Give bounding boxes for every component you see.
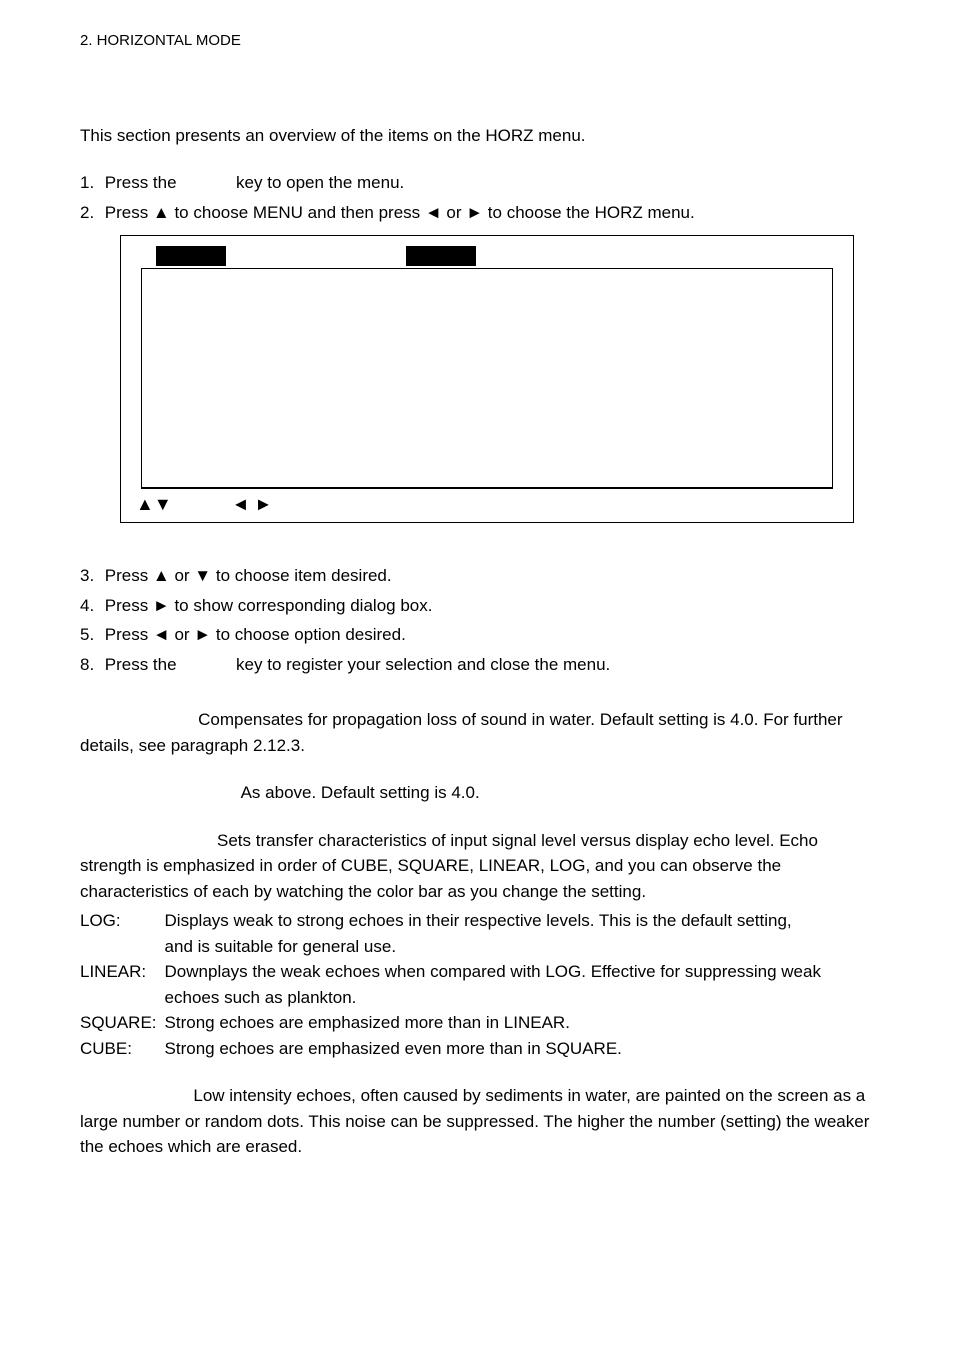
res-linear-row: LINEAR: Downplays the weak echoes when c… [80, 959, 874, 1010]
menu-tab-row [131, 246, 843, 266]
res-cube-row: CUBE: Strong echoes are emphasized even … [80, 1036, 874, 1062]
noise-limit-definition: Low intensity echoes, often caused by se… [80, 1083, 874, 1160]
res-color-options: LOG: Displays weak to strong echoes in t… [80, 908, 874, 1061]
intro-text: This section presents an overview of the… [80, 123, 874, 149]
tvg-far-definition: As above. Default setting is 4.0. [80, 780, 874, 806]
tvg-far-text: As above. Default setting is 4.0. [241, 783, 480, 802]
tvg-far-indent [80, 783, 241, 802]
page-header: 2. HORIZONTAL MODE [80, 30, 874, 53]
res-log-val: Displays weak to strong echoes in their … [165, 908, 874, 959]
menu-arrow-legend: ▲▼ ◄ ► [131, 489, 843, 518]
up-down-arrows-icon: ▲▼ [136, 491, 172, 518]
res-linear-term: LINEAR: [80, 959, 165, 1010]
step-text-suffix: key to open the menu. [236, 173, 404, 192]
tvg-near-definition: Compensates for propagation loss of soun… [80, 707, 874, 758]
step-number: 8. [80, 652, 100, 678]
res-square-row: SQUARE: Strong echoes are emphasized mor… [80, 1010, 874, 1036]
res-color-intro: Sets transfer characteristics of input s… [80, 828, 874, 905]
res-log-term: LOG: [80, 908, 165, 959]
step-text-prefix: Press the [105, 655, 177, 674]
step-number: 5. [80, 622, 100, 648]
res-square-term: SQUARE: [80, 1010, 165, 1036]
step-8: 8. Press the MENU key to register your s… [80, 652, 874, 678]
menu-tab-black-box [156, 246, 226, 266]
step-text: Press ► to show corresponding dialog box… [105, 596, 433, 615]
definitions-section: Compensates for propagation loss of soun… [80, 707, 874, 1160]
noise-limit-indent [80, 1086, 193, 1105]
step-4: 4. Press ► to show corresponding dialog … [80, 593, 874, 619]
steps-block-2: 3. Press ▲ or ▼ to choose item desired. … [80, 563, 874, 677]
step-number: 4. [80, 593, 100, 619]
step-number: 3. [80, 563, 100, 589]
menu-content-box [141, 268, 833, 488]
noise-limit-text: Low intensity echoes, often caused by se… [80, 1086, 869, 1156]
steps-block-1: 1. Press the MENU key to open the menu. … [80, 170, 874, 225]
res-color-indent [80, 831, 217, 850]
menu-diagram: ▲▼ ◄ ► [120, 235, 854, 523]
step-number: 1. [80, 170, 100, 196]
step-text-prefix: Press the [105, 173, 177, 192]
left-right-arrows-icon: ◄ ► [232, 491, 273, 518]
step-number: 2. [80, 200, 100, 226]
step-text: Press ◄ or ► to choose option desired. [105, 625, 406, 644]
res-log-val-line2: and is suitable for general use. [165, 937, 397, 956]
res-log-val-line1: Displays weak to strong echoes in their … [165, 911, 792, 930]
step-2: 2. Press ▲ to choose MENU and then press… [80, 200, 874, 226]
step-1: 1. Press the MENU key to open the menu. [80, 170, 874, 196]
res-color-definition: Sets transfer characteristics of input s… [80, 828, 874, 1062]
res-square-val: Strong echoes are emphasized more than i… [165, 1010, 874, 1036]
step-5: 5. Press ◄ or ► to choose option desired… [80, 622, 874, 648]
step-text: Press ▲ or ▼ to choose item desired. [105, 566, 392, 585]
res-log-row: LOG: Displays weak to strong echoes in t… [80, 908, 874, 959]
res-linear-val: Downplays the weak echoes when compared … [165, 959, 874, 1010]
tvg-near-indent [80, 710, 198, 729]
menu-tab-black-box [406, 246, 476, 266]
res-cube-term: CUBE: [80, 1036, 165, 1062]
step-text-suffix: key to register your selection and close… [236, 655, 610, 674]
step-text: Press ▲ to choose MENU and then press ◄ … [105, 203, 695, 222]
step-3: 3. Press ▲ or ▼ to choose item desired. [80, 563, 874, 589]
res-cube-val: Strong echoes are emphasized even more t… [165, 1036, 874, 1062]
